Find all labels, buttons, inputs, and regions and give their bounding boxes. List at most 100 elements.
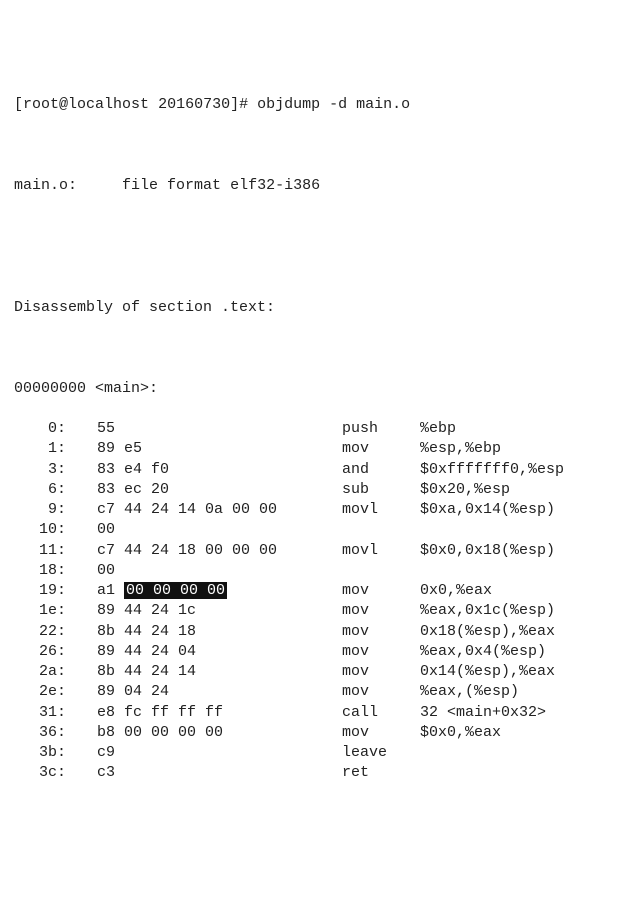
bytes: 8b 44 24 14 [97,662,342,682]
blank-line [14,338,626,358]
bytes: 00 [97,561,342,581]
operands: $0xa,0x14(%esp) [420,500,555,520]
bytes: c7 44 24 14 0a 00 00 [97,500,342,520]
addr: 19: [14,581,70,601]
mnemonic: mov [342,601,420,621]
bytes: c9 [97,743,342,763]
symbol-addr: 00000000 [14,380,86,397]
bytes: 89 e5 [97,439,342,459]
mnemonic: leave [342,743,420,763]
file-format-label: file format [122,177,221,194]
mnemonic [342,561,420,581]
mnemonic: mov [342,642,420,662]
addr: 2e: [14,682,70,702]
bytes: a1 00 00 00 00 [97,581,342,601]
disasm-line: 3: 83 e4 f0and$0xfffffff0,%esp [14,460,626,480]
disassembly-block: 0: 55push%ebp1: 89 e5mov%esp,%ebp3: 83 e… [14,419,626,784]
mnemonic: ret [342,763,420,783]
disasm-line: 0: 55push%ebp [14,419,626,439]
addr: 18: [14,561,70,581]
addr: 11: [14,541,70,561]
operands: %eax,0x1c(%esp) [420,601,555,621]
bytes: c7 44 24 18 00 00 00 [97,541,342,561]
file-format-line: main.o: file format elf32-i386 [14,176,626,196]
operands: %eax,(%esp) [420,682,519,702]
file-name: main.o: [14,177,77,194]
mnemonic: movl [342,541,420,561]
disasm-line: 9: c7 44 24 14 0a 00 00movl$0xa,0x14(%es… [14,500,626,520]
disasm-line: 26: 89 44 24 04mov%eax,0x4(%esp) [14,642,626,662]
disasm-line: 22: 8b 44 24 18mov0x18(%esp),%eax [14,622,626,642]
user: root [23,96,59,113]
operands: $0x0,0x18(%esp) [420,541,555,561]
addr: 3: [14,460,70,480]
mnemonic: mov [342,723,420,743]
disasm-line: 10: 00 [14,520,626,540]
mnemonic: push [342,419,420,439]
bytes: b8 00 00 00 00 [97,723,342,743]
blank-line [14,217,626,237]
mnemonic: mov [342,682,420,702]
operands: %eax,0x4(%esp) [420,642,546,662]
shell-prompt-line: [root@localhost 20160730]# objdump -d ma… [14,95,626,115]
mnemonic: mov [342,439,420,459]
bytes: 89 44 24 1c [97,601,342,621]
bytes: 83 ec 20 [97,480,342,500]
disasm-line: 2e: 89 04 24mov%eax,(%esp) [14,682,626,702]
symbol-header: 00000000 <main>: [14,379,626,399]
operands: 0x18(%esp),%eax [420,622,555,642]
addr: 3c: [14,763,70,783]
disasm-line: 19: a1 00 00 00 00 mov0x0,%eax [14,581,626,601]
file-format: elf32-i386 [230,177,320,194]
addr: 10: [14,520,70,540]
addr: 26: [14,642,70,662]
addr: 0: [14,419,70,439]
symbol-name: <main>: [95,380,158,397]
host: localhost [68,96,149,113]
disasm-line: 1e: 89 44 24 1cmov%eax,0x1c(%esp) [14,601,626,621]
bytes: 55 [97,419,342,439]
addr: 36: [14,723,70,743]
addr: 3b: [14,743,70,763]
operands: %esp,%ebp [420,439,501,459]
addr: 22: [14,622,70,642]
bytes: 8b 44 24 18 [97,622,342,642]
addr: 6: [14,480,70,500]
disasm-line: 11: c7 44 24 18 00 00 00movl$0x0,0x18(%e… [14,541,626,561]
mnemonic: mov [342,581,420,601]
mnemonic: mov [342,622,420,642]
operands: 0x0,%eax [420,581,492,601]
bytes: 83 e4 f0 [97,460,342,480]
mnemonic: and [342,460,420,480]
bytes: 89 44 24 04 [97,642,342,662]
mnemonic: movl [342,500,420,520]
addr: 1: [14,439,70,459]
section-header: Disassembly of section .text: [14,298,626,318]
operands: $0xfffffff0,%esp [420,460,564,480]
operands: 32 <main+0x32> [420,703,546,723]
addr: 1e: [14,601,70,621]
addr: 31: [14,703,70,723]
disasm-line: 31: e8 fc ff ff ffcall32 <main+0x32> [14,703,626,723]
operands: $0x0,%eax [420,723,501,743]
disasm-line: 6: 83 ec 20sub$0x20,%esp [14,480,626,500]
bytes: 00 [97,520,342,540]
operands: %ebp [420,419,456,439]
mnemonic: sub [342,480,420,500]
disasm-line: 3c: c3ret [14,763,626,783]
disasm-line: 1: 89 e5mov%esp,%ebp [14,439,626,459]
operands: $0x20,%esp [420,480,510,500]
mnemonic: call [342,703,420,723]
command: objdump -d main.o [257,96,410,113]
bytes: 89 04 24 [97,682,342,702]
blank-line [14,257,626,277]
blank-line [14,136,626,156]
addr: 9: [14,500,70,520]
cwd: 20160730 [158,96,230,113]
disasm-line: 2a: 8b 44 24 14mov0x14(%esp),%eax [14,662,626,682]
disasm-line: 18: 00 [14,561,626,581]
disasm-line: 36: b8 00 00 00 00mov$0x0,%eax [14,723,626,743]
operands: 0x14(%esp),%eax [420,662,555,682]
selection-highlight: 00 00 00 00 [124,582,227,599]
mnemonic [342,520,420,540]
